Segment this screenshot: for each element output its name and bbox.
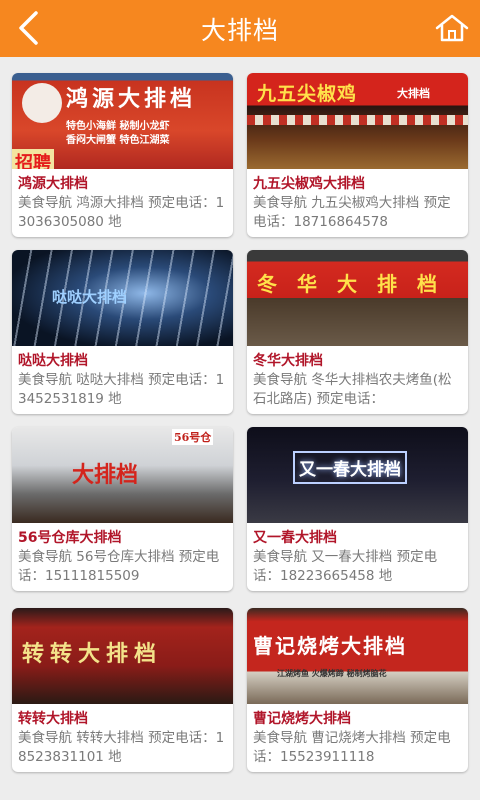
sign-subtext: 特色小海鲜 秘制小龙虾 [66,121,170,132]
home-button[interactable] [432,8,472,48]
sign-extra: 招聘 [12,149,54,169]
back-button[interactable] [8,7,48,49]
sign-text: 又一春大排档 [293,451,407,484]
restaurant-name: 九五尖椒鸡大排档 [253,176,365,192]
restaurant-card[interactable]: 又一春大排档 又一春大排档 美食导航 又一春大排档 预定电话：182236654… [247,427,468,591]
restaurant-name: 鸿源大排档 [18,176,88,192]
restaurant-description: 美食导航 又一春大排档 预定电话：18223665458 地 [253,549,438,584]
restaurant-description: 美食导航 九五尖椒鸡大排档 预定电话：18716864578 [253,195,451,230]
back-arrow-icon [19,11,38,45]
sign-text: 冬华大排档 [257,272,457,296]
sign-text: 曹记烧烤大排档 [253,634,407,658]
chef-logo [22,83,62,123]
sign-text: 哒哒大排档 [52,288,128,306]
sign-subtext: 大排档 [397,87,430,100]
restaurant-card[interactable]: 哒哒大排档 哒哒大排档 美食导航 哒哒大排档 预定电话：13452531819 … [12,250,233,414]
restaurant-card[interactable]: 转转大排档 转转大排档 美食导航 转转大排档 预定电话：18523831101 … [12,608,233,772]
restaurant-description: 美食导航 转转大排档 预定电话：18523831101 地 [18,730,225,765]
sign-text: 鸿源大排档 [66,86,197,112]
restaurant-photo: 冬华大排档 [247,250,468,346]
restaurant-description: 美食导航 冬华大排档农夫烤鱼(松石北路店) 预定电话： [253,372,452,407]
home-icon [435,14,469,42]
top-bar: 大排档 [0,0,480,57]
restaurant-name: 冬华大排档 [253,353,323,369]
restaurant-photo: 曹记烧烤大排档 江湖烤鱼 火爆烤蹄 秘制烤脑花 [247,608,468,704]
restaurant-photo: 九五尖椒鸡 大排档 [247,73,468,169]
restaurant-name: 曹记烧烤大排档 [253,711,351,727]
restaurant-name: 哒哒大排档 [18,353,88,369]
sign-text: 九五尖椒鸡 [257,83,358,105]
restaurant-photo: 大排档 56号仓 [12,427,233,523]
restaurant-photo: 鸿源大排档 特色小海鲜 秘制小龙虾 香闷大闸蟹 特色江湖菜 招聘 [12,73,233,169]
restaurant-photo: 转转大排档 [12,608,233,704]
restaurant-description: 美食导航 哒哒大排档 预定电话：13452531819 地 [18,372,225,407]
page-title: 大排档 [200,15,279,45]
restaurant-description: 美食导航 鸿源大排档 预定电话：13036305080 地 [18,195,225,230]
restaurant-card[interactable]: 曹记烧烤大排档 江湖烤鱼 火爆烤蹄 秘制烤脑花 曹记烧烤大排档 美食导航 曹记烧… [247,608,468,772]
restaurant-grid: 鸿源大排档 特色小海鲜 秘制小龙虾 香闷大闸蟹 特色江湖菜 招聘 鸿源大排档 美… [0,57,480,800]
awning [247,115,468,125]
restaurant-description: 美食导航 56号仓库大排档 预定电话：15111815509 [18,549,220,584]
restaurant-description: 美食导航 曹记烧烤大排档 预定电话：15523911118 [253,730,451,765]
restaurant-card[interactable]: 九五尖椒鸡 大排档 九五尖椒鸡大排档 美食导航 九五尖椒鸡大排档 预定电话：18… [247,73,468,237]
sign-text: 大排档 [72,462,139,488]
restaurant-card[interactable]: 大排档 56号仓 56号仓库大排档 美食导航 56号仓库大排档 预定电话：151… [12,427,233,591]
restaurant-name: 又一春大排档 [253,530,337,546]
sign-subtext: 56号仓 [172,429,214,445]
restaurant-photo: 哒哒大排档 [12,250,233,346]
restaurant-card[interactable]: 冬华大排档 冬华大排档 美食导航 冬华大排档农夫烤鱼(松石北路店) 预定电话： [247,250,468,414]
restaurant-name: 转转大排档 [18,711,88,727]
sign-text: 转转大排档 [22,641,163,667]
restaurant-name: 56号仓库大排档 [18,530,122,546]
restaurant-card[interactable]: 鸿源大排档 特色小海鲜 秘制小龙虾 香闷大闸蟹 特色江湖菜 招聘 鸿源大排档 美… [12,73,233,237]
sign-subtext: 香闷大闸蟹 特色江湖菜 [66,135,170,146]
restaurant-photo: 又一春大排档 [247,427,468,523]
sign-subtext: 江湖烤鱼 火爆烤蹄 秘制烤脑花 [277,668,387,678]
